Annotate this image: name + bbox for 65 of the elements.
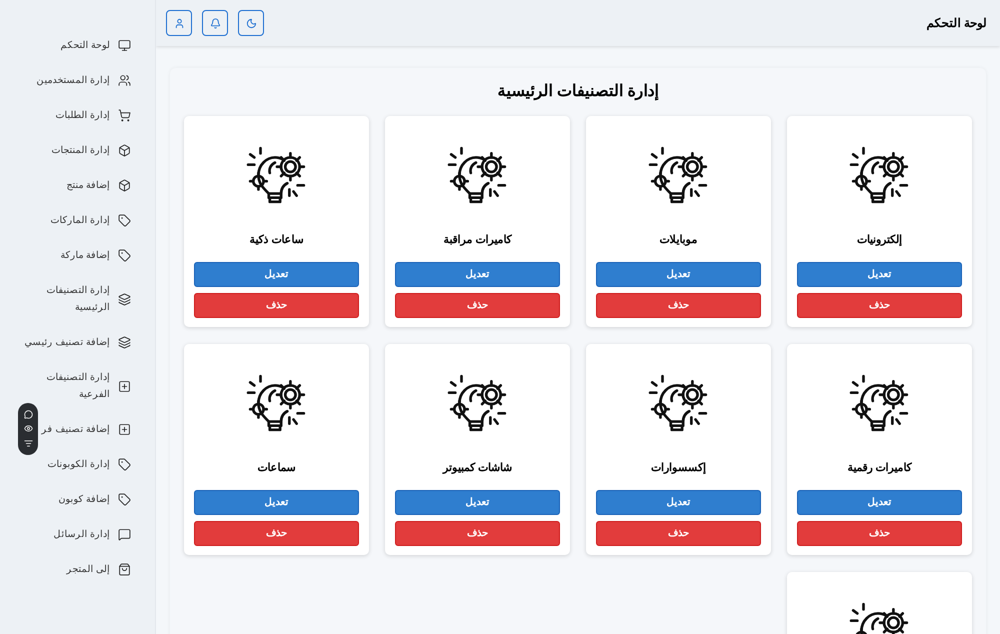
sidebar-link[interactable]: إضافة تصنيف فر: [42, 421, 110, 438]
eye-icon[interactable]: [24, 424, 32, 434]
edit-button[interactable]: تعديل: [194, 490, 359, 514]
edit-button[interactable]: تعديل: [797, 262, 962, 286]
edit-button[interactable]: تعديل: [797, 490, 962, 514]
delete-button[interactable]: حذف: [596, 520, 761, 546]
sidebar-link[interactable]: إضافة تصنيف رئيسي: [24, 334, 110, 351]
sidebar-link[interactable]: إدارة المستخدمين: [36, 72, 110, 89]
sidebar-link[interactable]: إضافة ماركة: [60, 247, 110, 264]
delete-button[interactable]: حذف: [194, 292, 359, 318]
chat-bubble-icon: [118, 528, 131, 541]
category-name: إكسسوارات: [651, 461, 706, 476]
list-icon[interactable]: [24, 439, 32, 448]
moon-icon: [246, 18, 256, 28]
sidebar-link[interactable]: إدارة الكوبونات: [47, 456, 110, 473]
category-name: ساعات ذكية: [249, 233, 304, 248]
monitor-icon: [118, 39, 131, 52]
edit-button[interactable]: تعديل: [395, 262, 560, 286]
panel-title: إدارة التصنيفات الرئيسية: [498, 83, 658, 100]
category-name: سماعات: [258, 461, 296, 476]
category-name: كاميرات رقمية: [847, 461, 912, 476]
tag-icon: [118, 249, 131, 262]
edit-button[interactable]: تعديل: [395, 490, 560, 514]
sidebar-link[interactable]: إدارة الماركات: [50, 212, 110, 229]
delete-button[interactable]: حذف: [797, 292, 962, 318]
bag-icon: [118, 563, 131, 576]
delete-button[interactable]: حذف: [395, 292, 560, 318]
notifications-button[interactable]: [202, 10, 228, 36]
sidebar-link[interactable]: إدارة المنتجات: [51, 142, 110, 159]
category-name: موبايلات: [660, 233, 698, 248]
category-name: شاشات كمبيوتر: [442, 461, 512, 476]
page-title: لوحة التحكم: [926, 15, 987, 32]
layers-icon: [118, 292, 131, 306]
chat-icon[interactable]: [24, 410, 32, 419]
sidebar-link[interactable]: إضافة كوبون: [58, 491, 110, 508]
sidebar-link[interactable]: إدارة التصنيفات الرئيسية: [22, 282, 110, 316]
sidebar-link[interactable]: إلى المتجر: [66, 561, 110, 578]
delete-button[interactable]: حذف: [194, 520, 359, 546]
sidebar-link[interactable]: إدارة الرسائل: [53, 526, 110, 543]
box-icon: [118, 144, 131, 157]
plus-square-icon: [118, 380, 131, 392]
profile-button[interactable]: [166, 10, 192, 36]
tag-icon: [118, 493, 131, 506]
sidebar-link[interactable]: إدارة التصنيفات الفرعية: [22, 369, 110, 403]
tag-icon: [118, 458, 131, 471]
users-icon: [118, 74, 131, 87]
theme-button[interactable]: [238, 10, 264, 36]
category-name: إلكترونيات: [857, 233, 902, 248]
box-icon: [118, 179, 131, 192]
edit-button[interactable]: تعديل: [596, 490, 761, 514]
layers-icon: [118, 336, 131, 349]
edit-button[interactable]: تعديل: [194, 262, 359, 286]
user-icon: [174, 18, 184, 28]
cart-icon: [118, 109, 131, 122]
category-name: كاميرات مراقبة: [443, 233, 512, 248]
edit-button[interactable]: تعديل: [596, 262, 761, 286]
delete-button[interactable]: حذف: [596, 292, 761, 318]
bell-icon: [210, 18, 220, 28]
sidebar-link[interactable]: لوحة التحكم: [60, 37, 110, 54]
delete-button[interactable]: حذف: [797, 520, 962, 546]
plus-square-icon: [118, 423, 131, 436]
sidebar-link[interactable]: إضافة منتج: [66, 177, 110, 194]
sidebar-link[interactable]: إدارة الطلبات: [55, 107, 110, 124]
tag-icon: [118, 214, 131, 227]
delete-button[interactable]: حذف: [395, 520, 560, 546]
